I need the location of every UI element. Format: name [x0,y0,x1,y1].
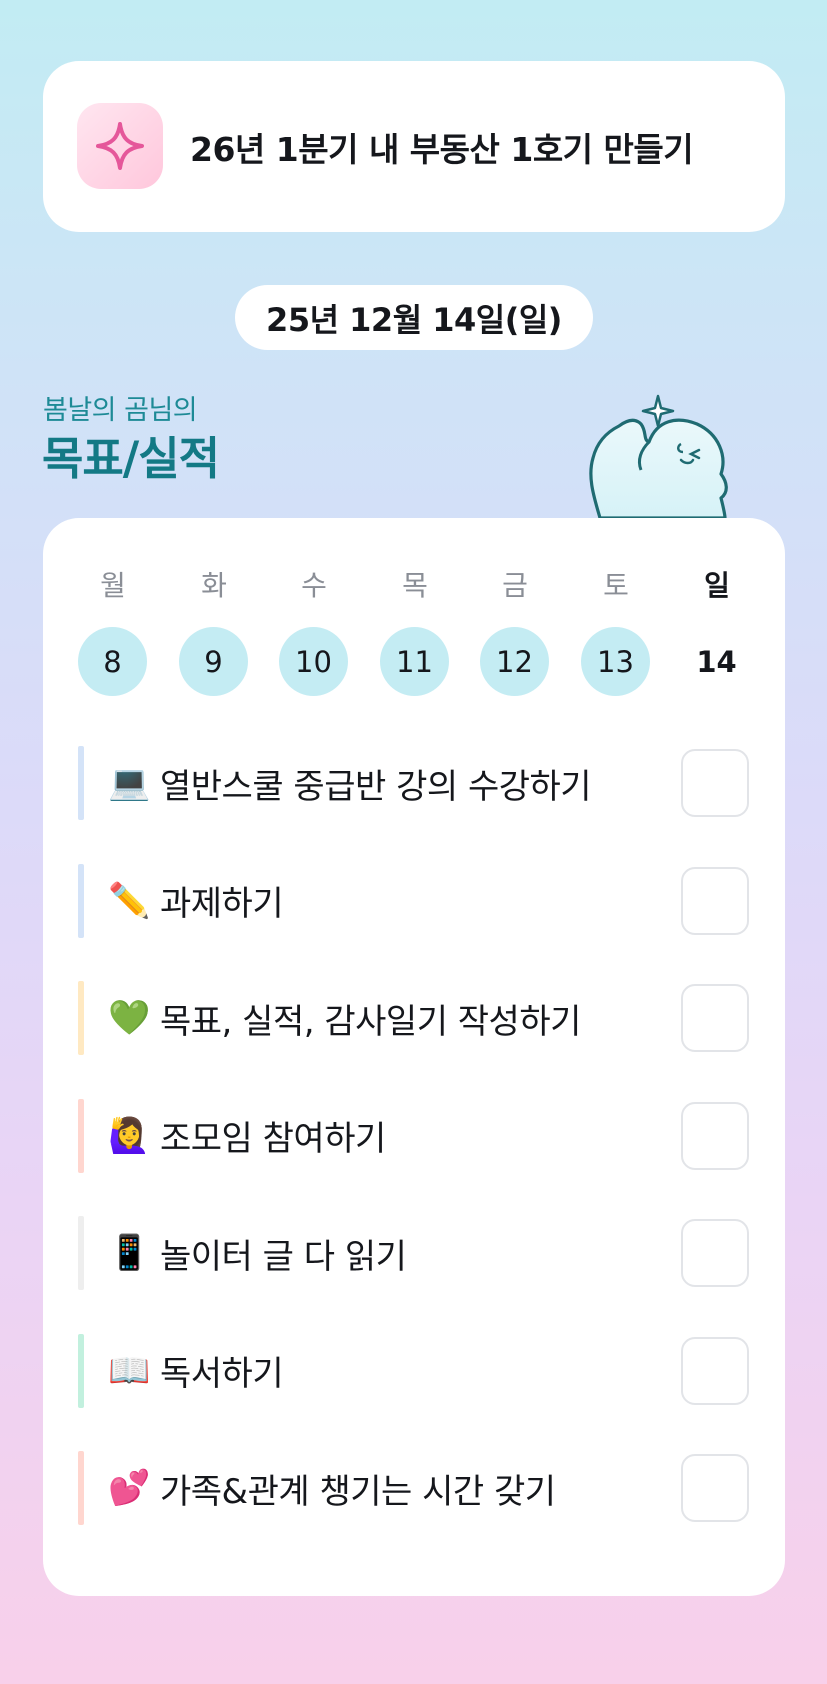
day-8[interactable]: 월8 [78,566,148,696]
day-label: 수 [301,569,327,602]
task-row[interactable]: 💚 목표, 실적, 감사일기 작성하기 [78,981,750,1055]
day-label: 일 [704,569,730,602]
task-emoji-icon: 🙋‍♀️ [108,1115,151,1156]
task-label: 열반스쿨 중급반 강의 수강하기 [160,766,592,807]
day-number: 13 [581,627,650,696]
task-color-bar [78,1216,84,1290]
task-checkbox[interactable] [681,1454,749,1522]
sparkle-icon [77,103,163,189]
day-number: 10 [279,627,348,696]
task-label: 목표, 실적, 감사일기 작성하기 [160,1001,581,1042]
mascot-illustration [589,394,728,520]
task-checkbox[interactable] [681,1336,749,1405]
task-label: 놀이터 글 다 읽기 [160,1236,407,1277]
day-label: 화 [201,569,227,602]
task-label: 독서하기 [160,1354,284,1394]
date-selector[interactable]: 25년 12월 14일(일) [235,285,593,350]
task-label: 가족&관계 챙기는 시간 갖기 [160,1471,556,1512]
day-13[interactable]: 토 13 [581,566,651,696]
day-label: 토 [603,569,629,602]
task-emoji-icon: ✏️ [108,880,151,921]
task-row[interactable]: 💕 가족&관계 챙기는 시간 갖기 [78,1451,750,1525]
task-row[interactable]: ✏️ 과제하기 [78,863,750,938]
day-number: 9 [179,627,248,696]
task-color-bar [78,1098,84,1173]
task-row[interactable]: 📱 놀이터 글 다 읽기 [78,1216,750,1290]
day-label: 월 [100,569,126,602]
task-color-bar [78,863,84,938]
task-checkbox[interactable] [681,984,749,1052]
task-row[interactable]: 📖 독서하기 [78,1333,750,1408]
goal-card[interactable]: 26년 1분기 내 부동산 1호기 만들기 [43,61,785,232]
task-color-bar [78,1451,84,1525]
task-checkbox[interactable] [681,749,749,817]
task-row[interactable]: 🙋‍♀️ 조모임 참여하기 [78,1098,750,1173]
task-emoji-icon: 📱 [108,1233,151,1273]
day-9[interactable]: 화9 [179,566,249,696]
day-number: 8 [78,627,147,696]
day-10[interactable]: 수 10 [279,566,349,696]
task-color-bar [78,1333,84,1408]
checklist-card: 월 8 화 9 수 10 목 11 금 12 토 13 일 14 💻 열반스쿨 중급반 강의 수강하기 ✏️ 과… [43,518,785,1596]
task-emoji-icon: 💻 [108,763,151,803]
page-title: 목표/실적 [42,432,220,485]
goal-text: 26년 1분기 내 부동산 1호기 만들기 [190,129,694,169]
day-label: 금 [502,569,528,602]
task-emoji-icon: 💚 [108,998,151,1038]
day-number: 12 [480,627,549,696]
task-emoji-icon: 📖 [108,1350,151,1391]
task-color-bar [78,746,84,820]
day-number: 11 [380,627,449,696]
task-color-bar [78,981,84,1055]
day-number: 14 [696,644,737,679]
day-12[interactable]: 금 12 [480,566,550,696]
task-checkbox[interactable] [681,866,749,935]
task-label: 과제하기 [160,884,284,924]
day-14[interactable]: 일 14 [682,566,752,696]
task-row[interactable]: 💻 열반스쿨 중급반 강의 수강하기 [78,746,750,820]
task-label: 조모임 참여하기 [160,1119,386,1159]
day-label: 목 [402,569,428,602]
day-11[interactable]: 목 11 [380,566,450,696]
task-checkbox[interactable] [681,1101,749,1170]
task-checkbox[interactable] [681,1219,749,1287]
task-emoji-icon: 💕 [108,1468,151,1508]
